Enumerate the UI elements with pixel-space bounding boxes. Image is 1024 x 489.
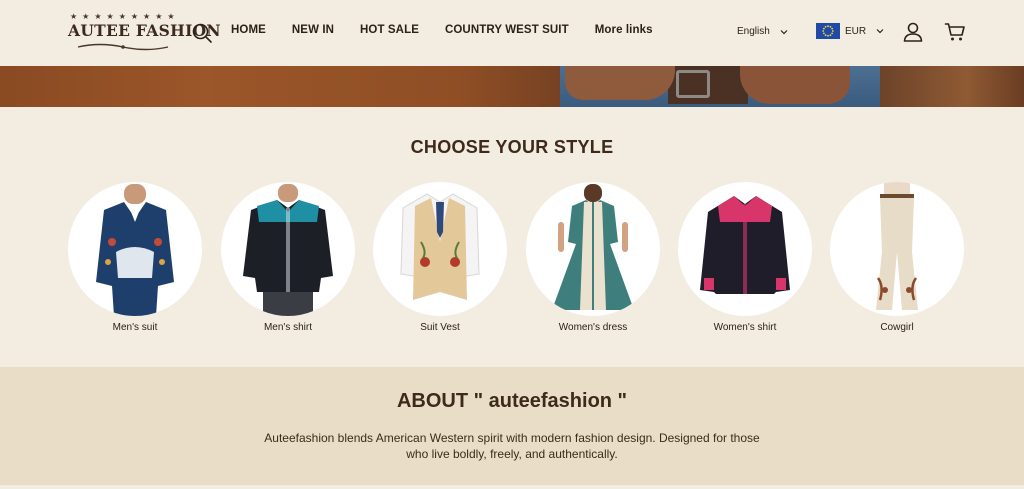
main-nav: HOME NEW IN HOT SALE COUNTRY WEST SUIT M… [231,24,679,40]
category-label: Women's shirt [713,322,777,333]
category-image [678,182,812,316]
logo-stars: ★★★★★★★★★ [70,12,180,21]
nav-new-in[interactable]: NEW IN [292,24,334,40]
category-image [221,182,355,316]
nav-hot-sale[interactable]: HOT SALE [360,24,419,40]
nav-country-west-suit[interactable]: COUNTRY WEST SUIT [445,24,569,40]
category-womens-shirt[interactable]: Women's shirt [677,182,813,333]
section-title-choose-style: CHOOSE YOUR STYLE [410,137,614,157]
category-image [830,182,964,316]
logo-ornament-icon [77,43,169,51]
category-label: Men's shirt [263,322,313,333]
category-label: Cowgirl [880,322,914,333]
category-label: Suit Vest [420,322,460,333]
category-label: Women's dress [558,322,628,333]
nav-home[interactable]: HOME [231,24,266,40]
category-image [526,182,660,316]
category-mens-suit[interactable]: Men's suit [67,182,203,333]
language-selector[interactable]: English [737,26,789,37]
chevron-down-icon [780,29,788,34]
category-suit-vest[interactable]: Suit Vest [372,182,508,333]
site-logo[interactable]: ★★★★★★★★★ AUTEE FASHION [68,12,221,54]
account-icon[interactable] [902,21,924,43]
category-mens-shirt[interactable]: Men's shirt [220,182,356,333]
category-label: Men's suit [112,322,158,333]
category-image [373,182,507,316]
chevron-down-icon [876,29,884,34]
site-header: ★★★★★★★★★ AUTEE FASHION HOME NEW IN HOT … [0,0,1024,66]
logo-text: AUTEE FASHION [68,21,221,40]
about-title: ABOUT " auteefashion " [396,390,628,412]
category-womens-dress[interactable]: Women's dress [525,182,661,333]
nav-more-links[interactable]: More links [595,24,653,40]
category-cowgirl[interactable]: Cowgirl [829,182,965,333]
currency-selector[interactable]: EUR [816,23,885,39]
eu-flag-icon [816,23,840,39]
language-label: English [737,26,770,37]
currency-label: EUR [845,25,867,37]
cart-icon[interactable] [944,21,966,43]
about-text: Auteefashion blends American Western spi… [264,431,760,461]
about-section: ABOUT " auteefashion " Auteefashion blen… [0,367,1024,489]
search-icon[interactable] [191,22,213,44]
hero-banner-image[interactable] [0,66,1024,107]
divider [0,485,1024,489]
category-image [68,182,202,316]
